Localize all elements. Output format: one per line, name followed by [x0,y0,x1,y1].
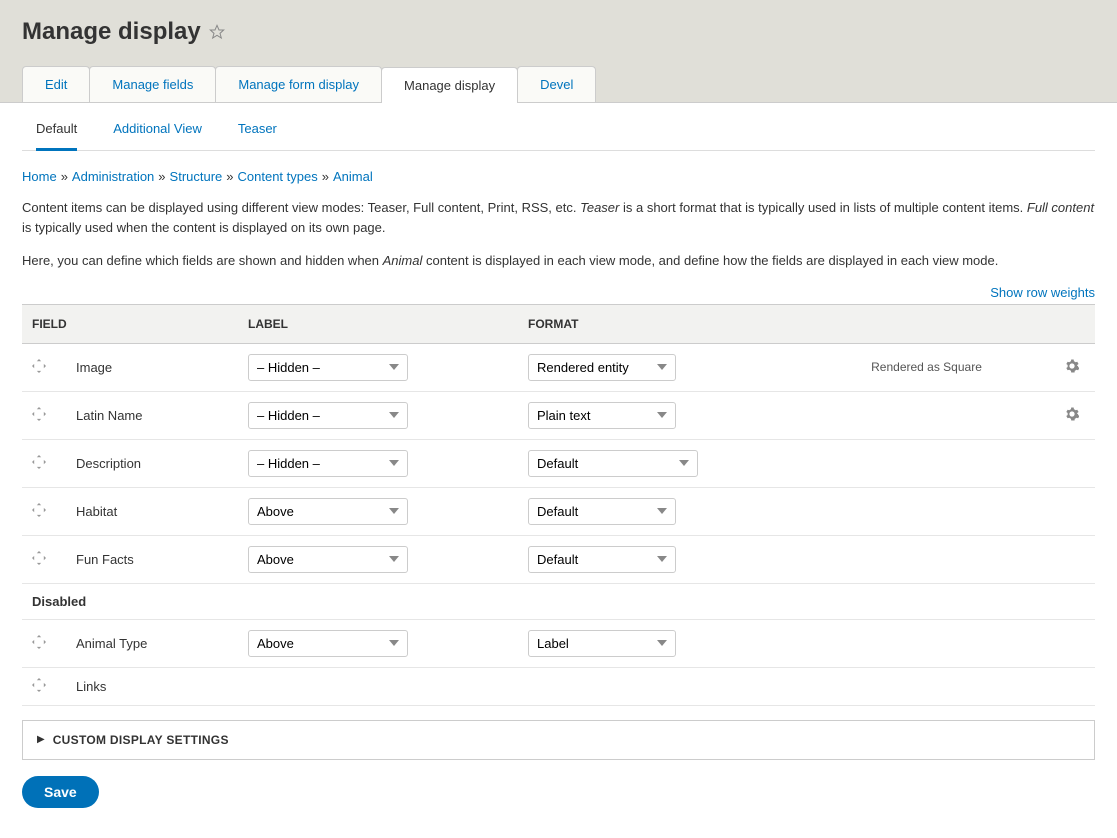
text-em: Teaser [580,200,619,215]
gear-icon[interactable] [1065,409,1079,424]
show-row-weights-link[interactable]: Show row weights [990,285,1095,300]
breadcrumb-link[interactable]: Home [22,169,57,184]
table-row: Habitat Above Default [22,487,1095,535]
formatter-summary [798,487,1055,535]
subtab-additional-view[interactable]: Additional View [113,121,202,150]
table-row: Fun Facts Above Default [22,535,1095,583]
tab-edit[interactable]: Edit [22,66,90,102]
save-button[interactable]: Save [22,776,99,808]
table-row: Description – Hidden – Default [22,439,1095,487]
breadcrumb-separator: » [158,169,165,184]
formatter-summary [798,535,1055,583]
field-name-label: Links [76,679,106,694]
tab-manage-fields[interactable]: Manage fields [89,66,216,102]
field-name-label: Animal Type [76,636,147,651]
tab-manage-display[interactable]: Manage display [381,67,518,103]
th-label: Label [238,304,518,343]
formatter-summary: Rendered as Square [798,343,1055,391]
text: Content items can be displayed using dif… [22,200,580,215]
text-em: Animal [383,253,423,268]
table-row: Image – Hidden – Rendered entity Rendered a… [22,343,1095,391]
star-icon[interactable] [209,24,225,40]
text: content is displayed in each view mode, … [422,253,998,268]
formatter-summary [798,391,1055,439]
format-select[interactable]: Label [528,630,676,657]
gear-icon[interactable] [1065,361,1079,376]
triangle-right-icon: ▶ [37,734,45,745]
format-select[interactable]: Default [528,546,676,573]
field-name-label: Latin Name [76,408,142,423]
breadcrumb-separator: » [226,169,233,184]
drag-handle-icon[interactable] [32,455,48,472]
drag-handle-icon[interactable] [32,635,48,652]
label-select[interactable]: – Hidden – [248,450,408,477]
breadcrumb-separator: » [322,169,329,184]
custom-display-label: Custom display settings [53,733,229,747]
region-disabled-header: Disabled [22,583,1095,619]
drag-handle-icon[interactable] [32,407,48,424]
label-select[interactable]: – Hidden – [248,354,408,381]
drag-handle-icon[interactable] [32,503,48,520]
text: is a short format that is typically used… [619,200,1027,215]
drag-handle-icon[interactable] [32,359,48,376]
table-row: Links [22,667,1095,705]
label-select[interactable]: – Hidden – [248,402,408,429]
label-select[interactable]: Above [248,498,408,525]
tab-manage-form-display[interactable]: Manage form display [215,66,382,102]
format-select[interactable]: Default [528,450,698,477]
tab-devel[interactable]: Devel [517,66,596,102]
table-row: Animal Type Above Label [22,619,1095,667]
custom-display-settings-toggle[interactable]: ▶ Custom display settings [22,720,1095,760]
breadcrumb-link[interactable]: Content types [238,169,318,184]
text: is typically used when the content is di… [22,220,386,235]
drag-handle-icon[interactable] [32,551,48,568]
field-name-label: Fun Facts [76,552,134,567]
formatter-summary [798,619,1055,667]
field-name-label: Description [76,456,141,471]
breadcrumb-link[interactable]: Animal [333,169,373,184]
subtab-teaser[interactable]: Teaser [238,121,277,150]
formatter-summary [798,439,1055,487]
format-select[interactable]: Plain text [528,402,676,429]
format-select[interactable]: Default [528,498,676,525]
table-row: Latin Name – Hidden – Plain text [22,391,1095,439]
help-text-1: Content items can be displayed using dif… [22,198,1095,237]
subtab-default[interactable]: Default [36,121,77,151]
field-display-table: Field Label Format Image – Hidden – Render… [22,304,1095,706]
field-name-label: Image [76,360,112,375]
text: Here, you can define which fields are sh… [22,253,383,268]
breadcrumb-separator: » [61,169,68,184]
field-name-label: Habitat [76,504,117,519]
page-title: Manage display [22,18,201,46]
th-field: Field [22,304,238,343]
label-select[interactable]: Above [248,546,408,573]
text-em: Full content [1027,200,1094,215]
format-select[interactable]: Rendered entity [528,354,676,381]
breadcrumb-link[interactable]: Structure [170,169,223,184]
label-select[interactable]: Above [248,630,408,657]
secondary-tabs: Default Additional View Teaser [22,103,1095,151]
breadcrumb: Home»Administration»Structure»Content ty… [22,169,1095,184]
help-text-2: Here, you can define which fields are sh… [22,251,1095,271]
th-format: Format [518,304,1095,343]
drag-handle-icon[interactable] [32,678,48,695]
breadcrumb-link[interactable]: Administration [72,169,154,184]
primary-tabs: EditManage fieldsManage form displayMana… [22,66,1095,102]
